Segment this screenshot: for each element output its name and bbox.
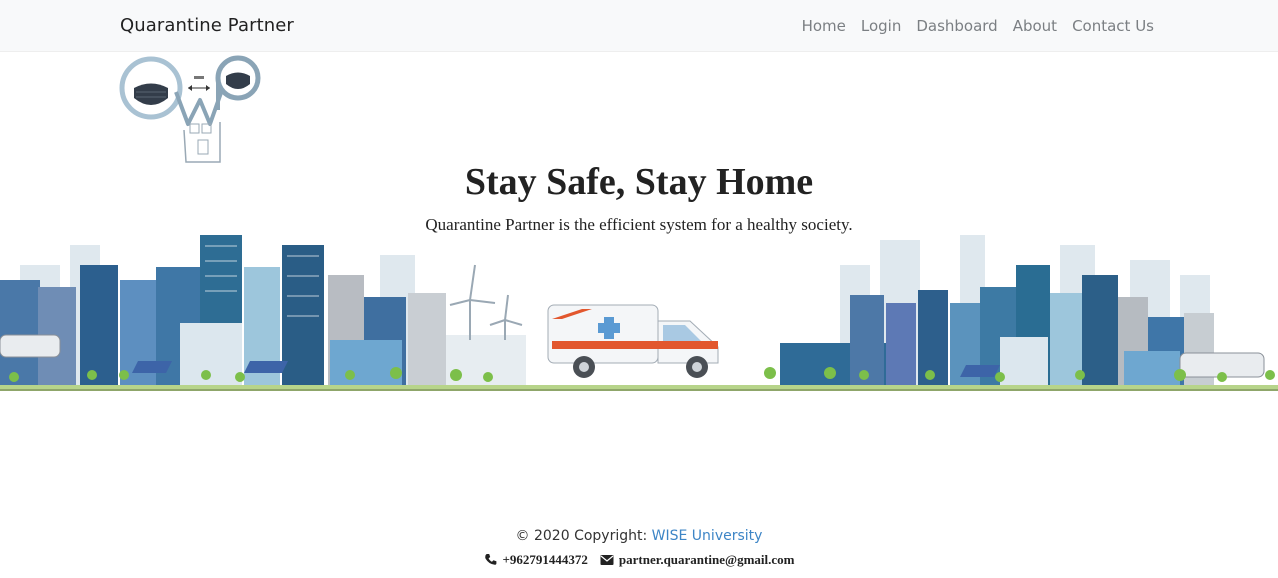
navbar: Quarantine Partner Home Login Dashboard …	[0, 0, 1278, 52]
nav-link-dashboard[interactable]: Dashboard	[916, 17, 997, 35]
site-logo	[119, 55, 261, 163]
hero-title: Stay Safe, Stay Home	[464, 161, 814, 203]
copyright-link[interactable]: WISE University	[652, 528, 763, 544]
phone-contact: +962791444372	[484, 552, 588, 568]
nav-links: Home Login Dashboard About Contact Us	[802, 17, 1154, 35]
email-address: partner.quarantine@gmail.com	[618, 552, 795, 567]
nav-link-about[interactable]: About	[1013, 17, 1057, 35]
city-skyline-illustration	[0, 235, 1278, 391]
copyright-prefix: © 2020 Copyright:	[515, 528, 648, 544]
nav-link-home[interactable]: Home	[802, 17, 846, 35]
nav-link-contact-us[interactable]: Contact Us	[1072, 17, 1154, 35]
email-contact: partner.quarantine@gmail.com	[600, 552, 795, 568]
phone-icon	[484, 554, 496, 565]
envelope-icon	[600, 555, 614, 565]
copyright-text: © 2020 Copyright: WISE University	[0, 528, 1278, 544]
nav-link-login[interactable]: Login	[861, 17, 901, 35]
ambulance-graphic	[547, 304, 719, 378]
phone-number: +962791444372	[502, 552, 588, 567]
navbar-brand[interactable]: Quarantine Partner	[120, 15, 294, 36]
contact-row: +962791444372 partner.quarantine@gmail.c…	[0, 552, 1278, 568]
